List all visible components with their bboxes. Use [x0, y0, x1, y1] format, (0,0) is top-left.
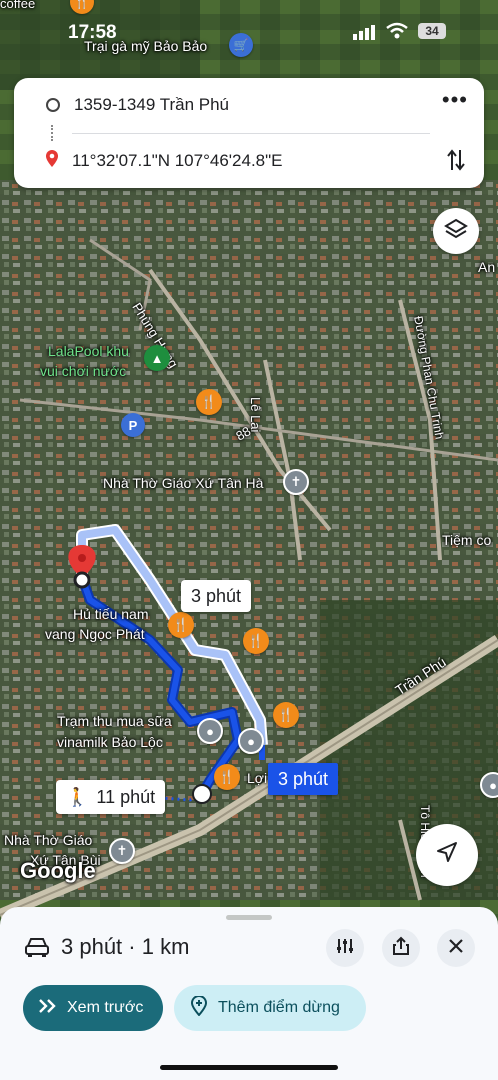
church-icon[interactable]: ✝ [109, 838, 135, 864]
recenter-button[interactable] [416, 824, 478, 886]
walking-icon: 🚶 [66, 786, 89, 807]
map-label-tram-2[interactable]: vinamilk Bảo Lộc [57, 734, 163, 750]
map-label-coffee[interactable]: coffee [0, 0, 35, 11]
route-options-button[interactable] [326, 929, 364, 967]
location-pin-icon[interactable]: ● [238, 728, 264, 754]
main-route-duration: 3 phút [278, 768, 329, 789]
trip-summary: 3 phút · 1 km [61, 934, 190, 959]
close-icon [448, 938, 464, 959]
alt-route-duration-chip[interactable]: 3 phút [181, 580, 252, 612]
map-label-tram-1[interactable]: Trạm thu mua sữa [57, 713, 172, 729]
origin-input[interactable]: 1359-1349 Trần Phú [74, 95, 229, 115]
map-label-tiem[interactable]: Tiệm co [442, 532, 491, 548]
bottom-sheet: 3 phút · 1 km Xem trước Thêm điểm dừng [0, 907, 498, 1080]
map-label-lalapool-2[interactable]: vui chơi nước [40, 363, 126, 379]
wifi-icon [386, 22, 408, 45]
car-icon [24, 936, 50, 963]
share-button[interactable] [382, 929, 420, 967]
card-divider [72, 133, 430, 134]
map-label-loi[interactable]: Lợi [247, 770, 267, 786]
map-label-hu-tieu-1[interactable]: Hủ tiếu nam [73, 606, 148, 622]
more-options-icon[interactable]: ••• [442, 89, 468, 111]
double-chevron-icon [37, 998, 59, 1019]
church-icon[interactable]: ✝ [283, 469, 309, 495]
google-logo: Google [20, 858, 96, 883]
restaurant-icon[interactable]: 🍴 [243, 628, 269, 654]
park-icon[interactable]: ▲ [144, 345, 170, 371]
status-time: 17:58 [68, 22, 117, 43]
parking-icon[interactable]: P [121, 413, 145, 437]
add-stop-button[interactable]: Thêm điểm dừng [174, 985, 366, 1031]
navigation-arrow-icon [434, 840, 460, 871]
restaurant-icon[interactable]: 🍴 [214, 764, 240, 790]
battery-icon: 34 [418, 23, 446, 39]
add-location-icon [190, 994, 208, 1021]
location-pin-icon[interactable]: ● [197, 718, 223, 744]
layers-icon [444, 217, 468, 246]
main-route-duration-chip[interactable]: 3 phút [268, 763, 339, 795]
destination-input[interactable]: 11°32'07.1"N 107°46'24.8"E [72, 151, 283, 171]
tune-icon [336, 937, 354, 960]
restaurant-icon[interactable]: 🍴 [168, 612, 194, 638]
preview-label: Xem trước [67, 999, 144, 1016]
map-label-hu-tieu-2[interactable]: vang Ngọc Phát [45, 626, 145, 642]
status-bar: 17:58 34 [0, 22, 498, 46]
alt-route-duration: 3 phút [191, 585, 242, 606]
restaurant-icon[interactable]: 🍴 [196, 389, 222, 415]
close-button[interactable] [437, 929, 475, 967]
swap-icon[interactable] [446, 148, 466, 177]
map-label-church-tan-ha[interactable]: Nhà Thờ Giáo Xứ Tân Hà [103, 475, 263, 491]
map-label-church-tan-bui-1[interactable]: Nhà Thờ Giáo [4, 832, 92, 848]
drag-handle[interactable] [226, 915, 272, 920]
share-icon [392, 936, 410, 961]
walking-duration-chip[interactable]: 🚶 11 phút [56, 780, 166, 814]
signal-icon [353, 24, 377, 45]
add-stop-label: Thêm điểm dừng [218, 999, 340, 1016]
map-label-an[interactable]: An [478, 259, 495, 275]
destination-pin-icon [45, 149, 59, 173]
map-label-lalapool-1[interactable]: LalaPool khu [48, 343, 129, 359]
restaurant-icon[interactable]: 🍴 [273, 702, 299, 728]
home-indicator [160, 1065, 338, 1070]
road-label-le-lai: Lê Lai [248, 397, 263, 433]
route-dots-divider [51, 125, 55, 141]
origin-circle-icon [46, 98, 60, 112]
preview-button[interactable]: Xem trước [23, 985, 163, 1031]
route-card: 1359-1349 Trần Phú ••• 11°32'07.1"N 107°… [14, 78, 484, 188]
battery-level: 34 [425, 24, 439, 38]
layers-button[interactable] [433, 208, 479, 254]
walking-duration: 11 phút [96, 786, 156, 807]
